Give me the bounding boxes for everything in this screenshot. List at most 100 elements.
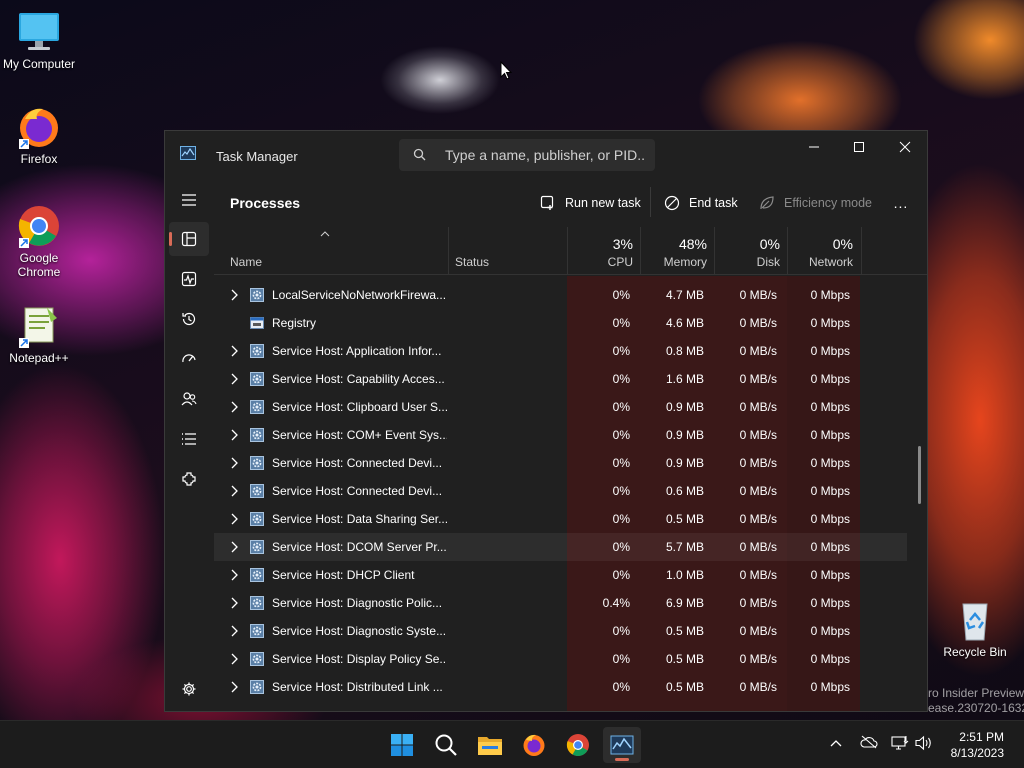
run-new-task-icon xyxy=(540,195,554,210)
more-options-button[interactable]: ... xyxy=(891,193,911,213)
desktop-icon-firefox[interactable]: Firefox xyxy=(1,105,77,166)
efficiency-mode-button[interactable]: Efficiency mode xyxy=(759,193,872,213)
process-row[interactable]: Service Host: DHCP Client 0% 1.0 MB 0 MB/s 0… xyxy=(214,561,907,589)
process-row[interactable]: Service Host: Connected Devi... 0% 0.6 MB 0… xyxy=(214,477,907,505)
minimize-button[interactable] xyxy=(791,131,837,163)
process-row[interactable]: Service Host: DCOM Server Pr... 0% 5.7 MB 0… xyxy=(214,533,907,561)
expand-chevron-icon[interactable] xyxy=(230,457,238,469)
firefox-icon xyxy=(17,105,61,149)
expand-chevron-icon[interactable] xyxy=(230,653,238,665)
expand-chevron-icon[interactable] xyxy=(230,289,238,301)
desktop-icon-notepadpp[interactable]: Notepad++ xyxy=(1,304,77,365)
taskbar-task-manager[interactable] xyxy=(603,727,641,763)
process-row[interactable]: Service Host: Diagnostic Syste... 0% 0.5 M… xyxy=(214,617,907,645)
expand-chevron-icon[interactable] xyxy=(230,541,238,553)
nav-performance[interactable] xyxy=(169,262,209,296)
process-row[interactable]: LocalServiceNoNetworkFirewa... 0% 4.7 MB 0 … xyxy=(214,281,907,309)
service-gear-icon xyxy=(250,652,264,666)
expand-chevron-icon[interactable] xyxy=(230,345,238,357)
process-row[interactable]: Service Host: Distributed Link ... 0% 0.5 … xyxy=(214,673,907,701)
taskbar-search-button[interactable] xyxy=(427,727,465,763)
start-button[interactable] xyxy=(383,727,421,763)
nav-startup-apps[interactable] xyxy=(169,342,209,376)
column-header-network[interactable]: 0% Network xyxy=(787,227,862,274)
process-cpu: 0% xyxy=(612,680,630,694)
title-bar[interactable]: Task Manager xyxy=(165,131,927,179)
desktop-icon-label: My Computer xyxy=(2,57,76,71)
taskbar-chrome[interactable] xyxy=(559,727,597,763)
expand-chevron-icon[interactable] xyxy=(230,513,238,525)
taskbar-file-explorer[interactable] xyxy=(471,727,509,763)
nav-settings[interactable] xyxy=(169,672,209,706)
startup-apps-icon xyxy=(182,354,196,363)
volume-icon[interactable] xyxy=(915,735,933,751)
close-icon xyxy=(899,141,911,153)
service-gear-icon xyxy=(250,400,264,414)
end-task-button[interactable]: End task xyxy=(664,193,738,213)
start-icon xyxy=(391,734,413,756)
process-name: Service Host: Display Policy Se... xyxy=(272,652,447,666)
desktop-icon-label: Recycle Bin xyxy=(943,645,1007,659)
process-row[interactable]: Service Host: Connected Devi... 0% 0.9 MB 0… xyxy=(214,449,907,477)
process-disk: 0 MB/s xyxy=(739,400,777,414)
process-disk: 0 MB/s xyxy=(739,288,777,302)
process-network: 0 Mbps xyxy=(810,316,850,330)
expand-chevron-icon[interactable] xyxy=(230,373,238,385)
taskbar-firefox[interactable] xyxy=(515,727,553,763)
onedrive-offline-icon[interactable] xyxy=(860,735,878,749)
process-cpu: 0% xyxy=(612,400,630,414)
search-box[interactable] xyxy=(399,139,655,171)
search-icon xyxy=(413,148,426,161)
column-header-cpu[interactable]: 3% CPU xyxy=(567,227,641,274)
process-cpu: 0% xyxy=(612,484,630,498)
cpu-total-percent: 3% xyxy=(612,236,633,252)
nav-users[interactable] xyxy=(169,382,209,416)
process-network: 0 Mbps xyxy=(810,568,850,582)
column-name-label: Name xyxy=(230,255,263,269)
column-header-status[interactable]: Status xyxy=(448,227,568,274)
expand-chevron-icon[interactable] xyxy=(230,485,238,497)
expand-chevron-icon[interactable] xyxy=(230,625,238,637)
nav-details[interactable] xyxy=(169,422,209,456)
close-button[interactable] xyxy=(882,131,927,163)
process-row[interactable]: Service Host: Diagnostic Polic... 0.4% 6.9… xyxy=(214,589,907,617)
nav-app-history[interactable] xyxy=(169,302,209,336)
column-header-disk[interactable]: 0% Disk xyxy=(714,227,788,274)
expand-chevron-icon[interactable] xyxy=(230,681,238,693)
process-row[interactable]: Service Host: Data Sharing Ser... 0% 0.5 M… xyxy=(214,505,907,533)
scrollbar-thumb[interactable] xyxy=(918,446,921,504)
process-row[interactable]: Service Host: Clipboard User S... 0% 0.9 M… xyxy=(214,393,907,421)
process-row[interactable]: Service Host: COM+ Event Sys... 0% 0.9 MB 0… xyxy=(214,421,907,449)
column-header-name[interactable]: Name xyxy=(214,227,449,274)
process-memory: 0.5 MB xyxy=(665,680,704,694)
process-row[interactable]: Service Host: Application Infor... 0% 0.8 … xyxy=(214,337,907,365)
desktop-icon-google-chrome[interactable]: Google Chrome xyxy=(1,204,77,279)
show-hidden-icons-chevron-icon[interactable] xyxy=(830,739,842,747)
process-row[interactable]: Registry 0% 4.6 MB 0 MB/s 0 Mbps xyxy=(214,309,907,337)
system-clock[interactable]: 2:51 PM 8/13/2023 xyxy=(951,729,1004,761)
nav-services[interactable] xyxy=(169,462,209,496)
search-input[interactable] xyxy=(445,145,645,165)
maximize-button[interactable] xyxy=(836,131,882,163)
process-cpu: 0% xyxy=(612,652,630,666)
process-row[interactable]: Service Host: Display Policy Se... 0% 0.5 … xyxy=(214,645,907,673)
run-new-task-button[interactable]: Run new task xyxy=(540,193,641,213)
maximize-icon xyxy=(854,142,864,152)
expand-chevron-icon[interactable] xyxy=(230,429,238,441)
process-row[interactable]: Service Host: Capability Acces... 0% 1.6 M… xyxy=(214,365,907,393)
column-cpu-label: CPU xyxy=(607,255,633,269)
hamburger-menu-button[interactable] xyxy=(169,183,209,217)
chrome-icon xyxy=(17,204,61,248)
process-cpu: 0% xyxy=(612,540,630,554)
expand-chevron-icon[interactable] xyxy=(230,597,238,609)
process-disk: 0 MB/s xyxy=(739,680,777,694)
expand-chevron-icon[interactable] xyxy=(230,401,238,413)
process-disk: 0 MB/s xyxy=(739,512,777,526)
column-header-memory[interactable]: 48% Memory xyxy=(640,227,715,274)
desktop-icon-my-computer[interactable]: My Computer xyxy=(1,10,77,71)
process-name: Service Host: Clipboard User S... xyxy=(272,400,447,414)
nav-processes[interactable] xyxy=(169,222,209,256)
desktop-icon-recycle-bin[interactable]: Recycle Bin xyxy=(937,598,1013,659)
expand-chevron-icon[interactable] xyxy=(230,569,238,581)
network-icon[interactable] xyxy=(891,735,909,751)
